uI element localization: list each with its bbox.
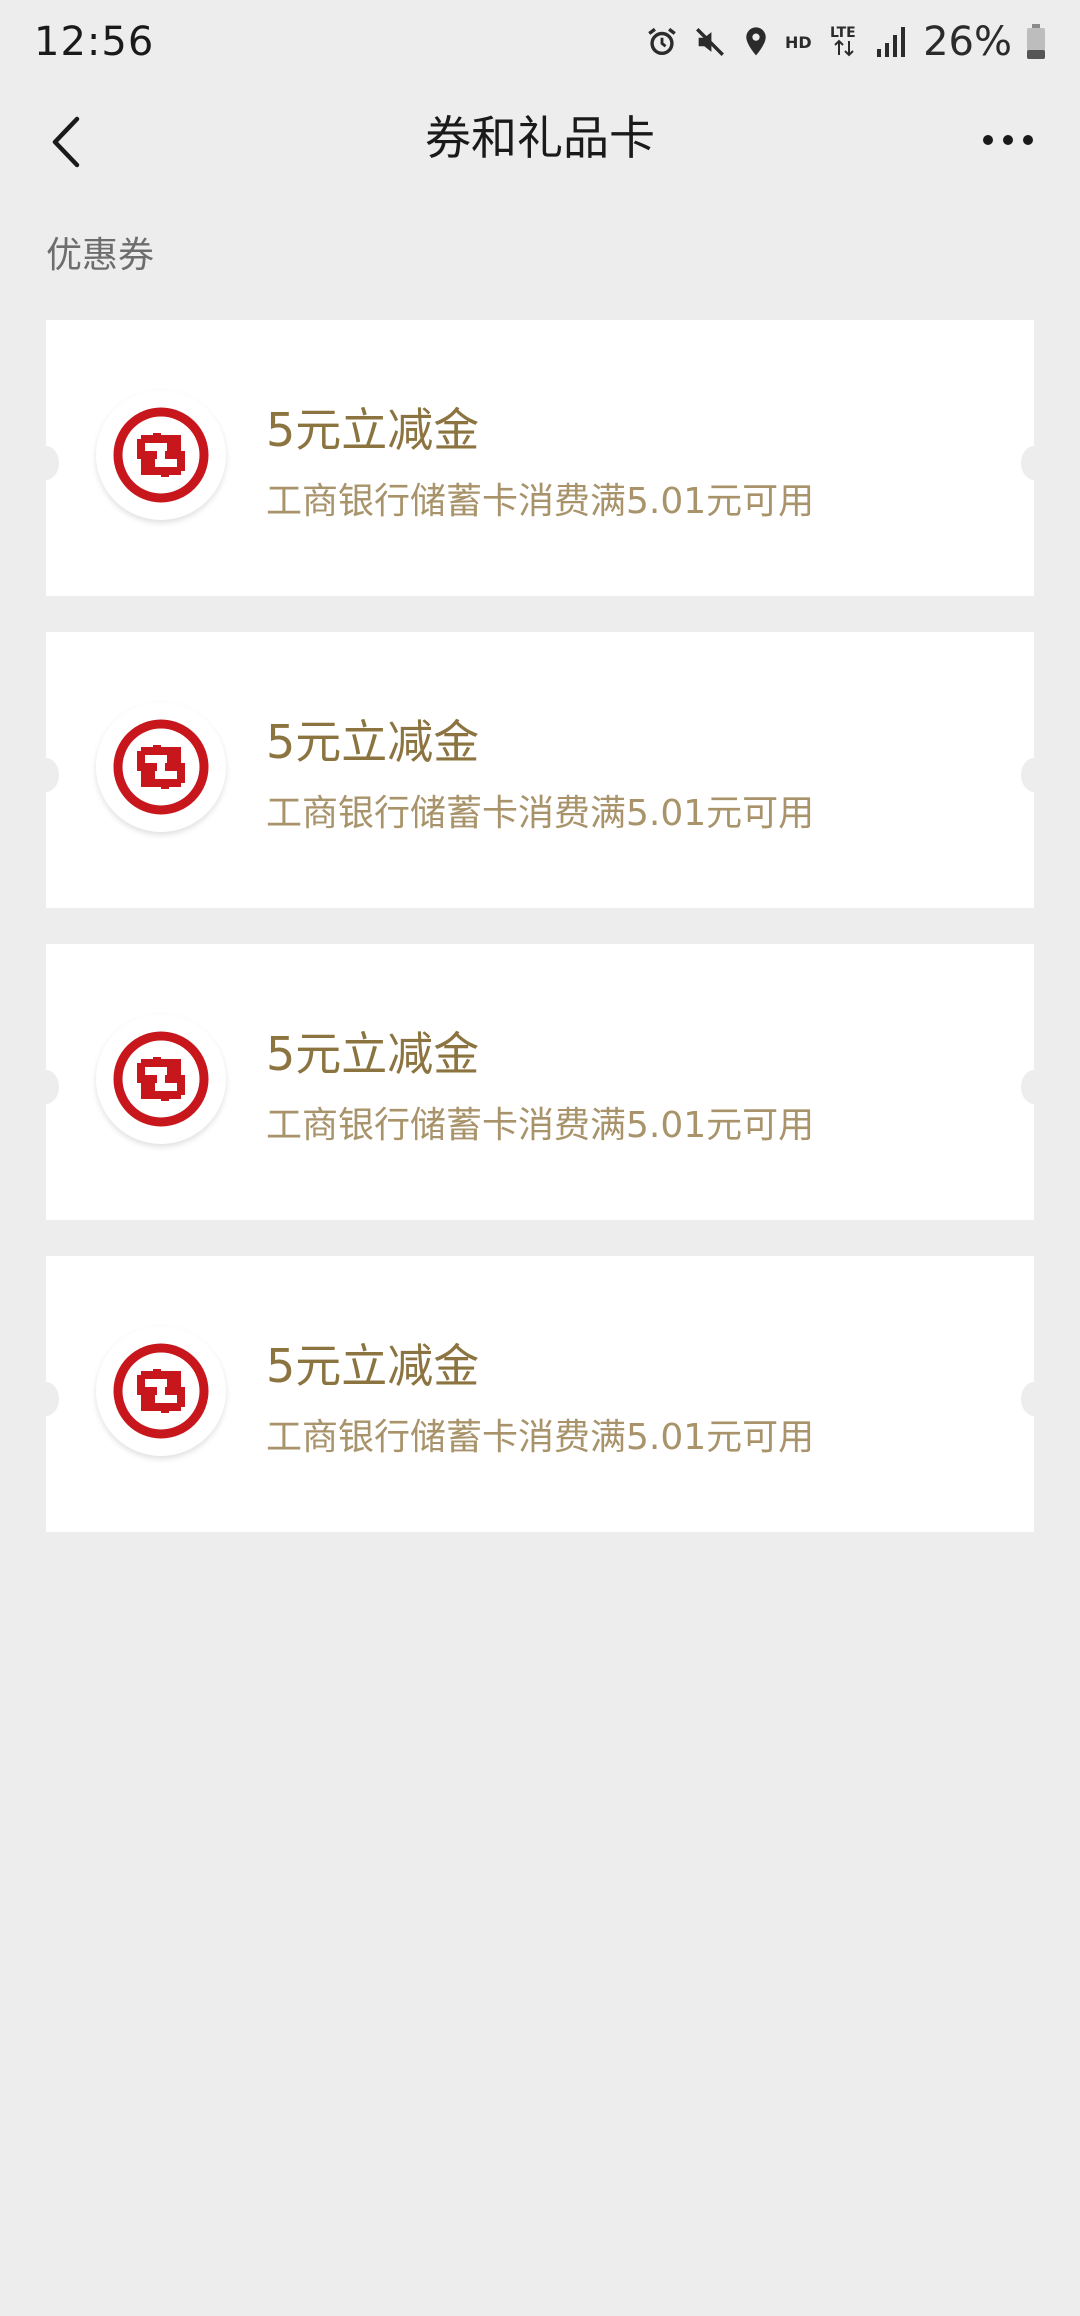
icbc-logo-icon — [96, 1326, 226, 1456]
nav-bar: 券和礼品卡 — [0, 84, 1080, 192]
coupon-card[interactable]: 5元立减金 工商银行储蓄卡消费满5.01元可用 — [33, 1256, 1047, 1532]
coupon-notch — [33, 1070, 59, 1104]
location-icon — [741, 25, 771, 59]
status-icons: HD LTE 26% — [645, 19, 1046, 65]
coupon-description: 工商银行储蓄卡消费满5.01元可用 — [266, 793, 815, 834]
coupon-title: 5元立减金 — [266, 1339, 480, 1393]
coupon-title: 5元立减金 — [266, 1027, 480, 1081]
battery-percent: 26% — [923, 19, 1012, 65]
coupon-title: 5元立减金 — [266, 715, 480, 769]
coupon-description: 工商银行储蓄卡消费满5.01元可用 — [266, 481, 815, 522]
lte-icon: LTE — [829, 23, 861, 61]
coupon-card[interactable]: 5元立减金 工商银行储蓄卡消费满5.01元可用 — [33, 632, 1047, 908]
section-title: 优惠券 — [46, 235, 155, 276]
coupon-notch — [1021, 1070, 1047, 1104]
svg-text:LTE: LTE — [830, 25, 856, 41]
coupon-description: 工商银行储蓄卡消费满5.01元可用 — [266, 1417, 815, 1458]
status-time: 12:56 — [34, 19, 155, 65]
coupon-notch — [33, 758, 59, 792]
battery-icon — [1026, 24, 1046, 60]
icbc-logo-icon — [96, 390, 226, 520]
hd-icon: HD — [785, 30, 815, 54]
coupon-title: 5元立减金 — [266, 403, 480, 457]
more-dot-icon — [983, 135, 993, 145]
page-title: 券和礼品卡 — [425, 111, 655, 165]
more-dot-icon — [1023, 135, 1033, 145]
coupon-notch — [1021, 446, 1047, 480]
coupon-card[interactable]: 5元立减金 工商银行储蓄卡消费满5.01元可用 — [33, 944, 1047, 1220]
more-button[interactable] — [960, 108, 1056, 172]
coupon-card[interactable]: 5元立减金 工商银行储蓄卡消费满5.01元可用 — [33, 320, 1047, 596]
alarm-icon — [645, 25, 679, 59]
coupon-notch — [33, 1382, 59, 1416]
more-dot-icon — [1003, 135, 1013, 145]
coupon-notch — [1021, 1382, 1047, 1416]
coupon-notch — [1021, 758, 1047, 792]
svg-text:HD: HD — [785, 33, 812, 52]
coupon-list: 5元立减金 工商银行储蓄卡消费满5.01元可用 5元立减金 工商银行储蓄卡消费满… — [33, 320, 1047, 1568]
signal-icon — [875, 25, 906, 59]
coupon-description: 工商银行储蓄卡消费满5.01元可用 — [266, 1105, 815, 1146]
status-bar: 12:56 HD LTE 26% — [0, 0, 1080, 84]
coupon-notch — [33, 446, 59, 480]
icbc-logo-icon — [96, 702, 226, 832]
icbc-logo-icon — [96, 1014, 226, 1144]
mute-icon — [693, 25, 727, 59]
